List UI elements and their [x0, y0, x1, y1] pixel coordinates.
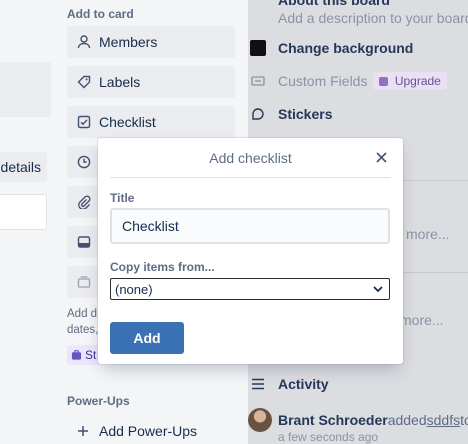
more-label-1: more... [406, 226, 450, 242]
activity-list-icon [248, 378, 278, 390]
activity-time: a few seconds ago [278, 430, 379, 444]
show-details-button[interactable]: details [0, 152, 47, 182]
popover-divider [110, 177, 391, 178]
card-cover-icon [77, 235, 99, 249]
add-to-card-heading: Add to card [67, 7, 134, 21]
tag-icon [77, 75, 99, 89]
title-field-label: Title [110, 191, 135, 205]
sticker-outline-icon [248, 107, 278, 121]
menu-stickers[interactable]: Stickers [248, 106, 332, 122]
avatar[interactable] [248, 408, 278, 432]
about-board-description: Add a description to your board [278, 10, 468, 26]
comment-input[interactable] [0, 194, 47, 230]
custom-fields-label: Custom Fields [278, 73, 368, 89]
activity-entry: Brant Schroeder added sddfs to [248, 408, 468, 432]
menu-about-board[interactable]: About this board [248, 0, 390, 8]
chevron-down-icon [371, 282, 385, 296]
copy-items-label: Copy items from... [110, 260, 215, 274]
template-icon [77, 275, 99, 289]
custom-fields-icon [248, 74, 278, 88]
activity-to: to [460, 412, 468, 428]
card-detail-pane: details [0, 0, 58, 444]
more-link-1[interactable]: more... [406, 226, 450, 242]
more-link-2[interactable]: more... [400, 312, 444, 328]
sticker-icon [71, 349, 82, 361]
paperclip-icon [77, 195, 99, 209]
menu-change-background[interactable]: Change background [248, 40, 413, 56]
activity-heading: Activity [278, 376, 329, 392]
clock-icon [77, 155, 99, 169]
upgrade-icon [379, 77, 389, 87]
upgrade-badge[interactable]: Upgrade [373, 72, 447, 90]
checkbox-icon [77, 115, 99, 129]
menu-about-desc: Add a description to your board [248, 10, 468, 26]
activity-target-link[interactable]: sddfs [427, 412, 460, 428]
close-icon[interactable] [373, 149, 389, 165]
labels-label: Labels [99, 74, 141, 90]
stickers-label: Stickers [278, 106, 333, 122]
change-background-label: Change background [278, 40, 414, 56]
menu-custom-fields[interactable]: Custom Fields Upgrade [248, 72, 447, 90]
card-content-block [0, 62, 51, 117]
plus-icon [77, 425, 99, 437]
add-checklist-button[interactable]: Add [110, 322, 184, 354]
checklist-button[interactable]: Checklist [67, 106, 235, 138]
activity-action: added [387, 412, 427, 428]
stickers-chip-label: St [85, 348, 97, 362]
add-powerups-button[interactable]: Add Power-Ups [67, 418, 235, 444]
members-button[interactable]: Members [67, 26, 235, 58]
powerups-heading: Power-Ups [67, 394, 130, 408]
popover-title: Add checklist [209, 150, 292, 166]
background-swatch-icon [248, 40, 278, 56]
activity-user[interactable]: Brant Schroeder [278, 412, 388, 428]
activity-heading-row: Activity [248, 376, 329, 392]
copy-items-selected: (none) [115, 281, 153, 297]
person-icon [77, 35, 99, 49]
members-label: Members [99, 34, 158, 50]
add-checklist-popover: Add checklist Title Copy items from... (… [98, 138, 403, 364]
checklist-title-input[interactable] [110, 208, 390, 244]
add-powerups-label: Add Power-Ups [99, 423, 198, 439]
checklist-label: Checklist [99, 114, 156, 130]
activity-time-row: a few seconds ago [278, 430, 378, 444]
upgrade-label: Upgrade [394, 74, 441, 88]
labels-button[interactable]: Labels [67, 66, 235, 98]
copy-items-select[interactable]: (none) [110, 278, 390, 300]
more-label-2: more... [400, 312, 444, 328]
about-board-title: About this board [278, 0, 390, 8]
